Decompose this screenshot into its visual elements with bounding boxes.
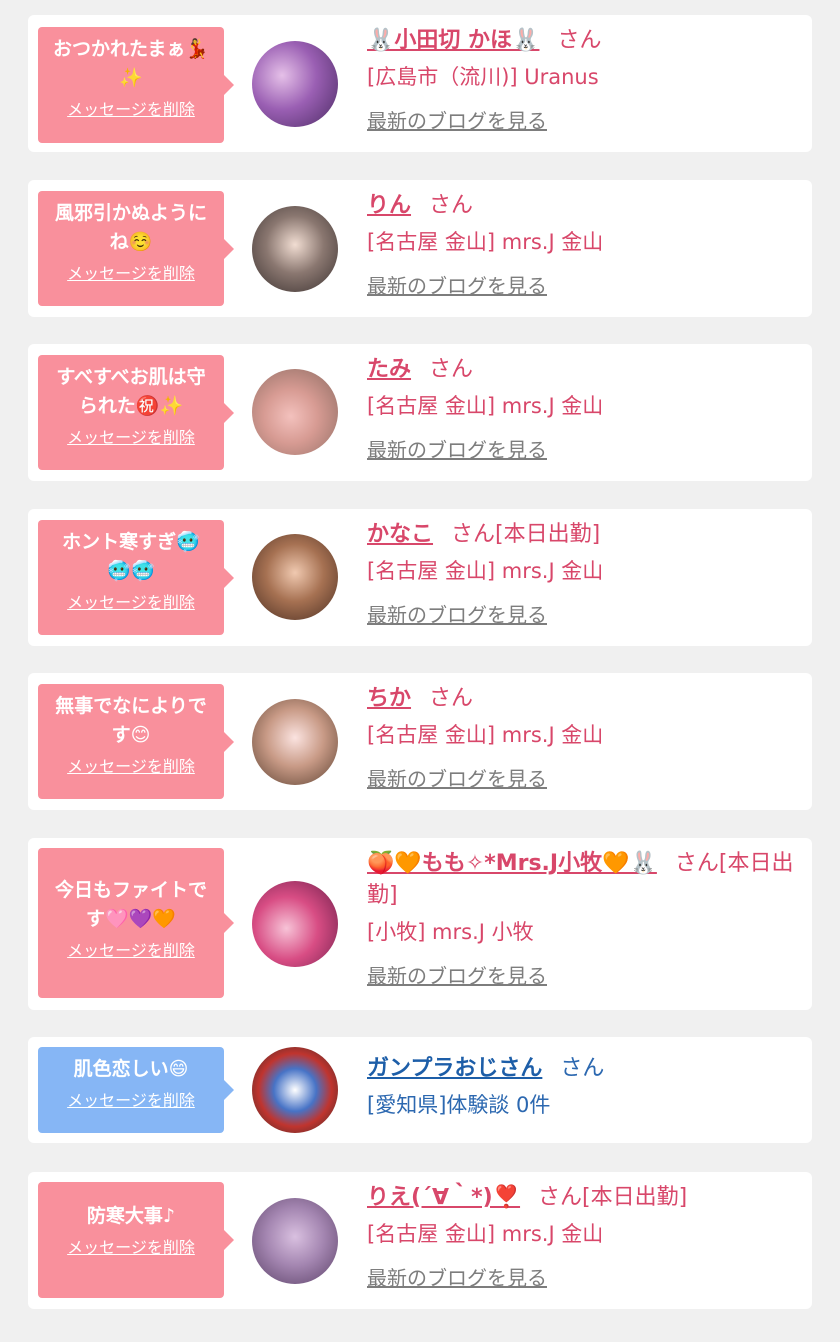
cast-name-link[interactable]: かなこ (367, 522, 433, 547)
cast-name-link[interactable]: ガンプラおじさん (367, 1056, 542, 1081)
message-bubble: ホント寒すぎ🥶 🥶🥶 メッセージを削除 (38, 520, 234, 635)
honorific: さん (429, 193, 474, 218)
message-bubble: 無事でなによりで す😊 メッセージを削除 (38, 684, 234, 799)
message-text: 無事でなによりで す😊 (55, 695, 207, 746)
honorific: さん (560, 1056, 605, 1081)
message-card: 風邪引かぬように ね☺️ メッセージを削除 りん さん [名古屋 金山] mrs.… (28, 180, 812, 317)
cast-name-link[interactable]: たみ (367, 357, 411, 382)
shop-label: [広島市（流川)] Uranus (367, 65, 599, 89)
message-bubble: 今日もファイトで す🩷💜🧡 メッセージを削除 (38, 848, 234, 998)
message-card: おつかれたまぁ💃 ✨ メッセージを削除 🐰小田切 かほ🐰 さん [広島市（流川)]… (28, 15, 812, 152)
cast-name-link[interactable]: りえ(´∀｀*)❣️ (367, 1185, 520, 1210)
avatar[interactable] (252, 881, 338, 967)
avatar[interactable] (252, 206, 338, 292)
message-text: 防寒大事♪ (86, 1205, 176, 1227)
message-bubble: 防寒大事♪ メッセージを削除 (38, 1182, 234, 1298)
latest-blog-link[interactable]: 最新のブログを見る (367, 601, 547, 629)
cast-name-link[interactable]: 🍑🧡もも✧*Mrs.J小牧🧡🐰 (367, 851, 657, 876)
message-bubble: すべすべお肌は守 られた㊗️✨ メッセージを削除 (38, 355, 234, 470)
avatar[interactable] (252, 699, 338, 785)
honorific: さん (429, 357, 474, 382)
latest-blog-link[interactable]: 最新のブログを見る (367, 436, 547, 464)
message-card: 今日もファイトで す🩷💜🧡 メッセージを削除 🍑🧡もも✧*Mrs.J小牧🧡🐰 さん… (28, 838, 812, 1010)
shop-label: [名古屋 金山] mrs.J 金山 (367, 230, 604, 254)
message-text: 風邪引かぬように ね☺️ (54, 202, 207, 253)
message-card: ホント寒すぎ🥶 🥶🥶 メッセージを削除 かなこ さん[本日出勤] [名古屋 金山]… (28, 509, 812, 646)
avatar[interactable] (252, 1047, 338, 1133)
message-card: 防寒大事♪ メッセージを削除 りえ(´∀｀*)❣️ さん[本日出勤] [名古屋 金… (28, 1172, 812, 1309)
message-list: おつかれたまぁ💃 ✨ メッセージを削除 🐰小田切 かほ🐰 さん [広島市（流川)]… (0, 0, 840, 1342)
delete-message-link[interactable]: メッセージを削除 (67, 1237, 195, 1259)
delete-message-link[interactable]: メッセージを削除 (67, 1090, 195, 1112)
honorific: さん[本日出勤] (451, 522, 601, 547)
avatar[interactable] (252, 1198, 338, 1284)
honorific: さん[本日出勤] (538, 1185, 688, 1210)
delete-message-link[interactable]: メッセージを削除 (67, 427, 195, 449)
delete-message-link[interactable]: メッセージを削除 (67, 756, 195, 778)
latest-blog-link[interactable]: 最新のブログを見る (367, 272, 547, 300)
shop-label: [名古屋 金山] mrs.J 金山 (367, 723, 604, 747)
message-text: 肌色恋しい😄 (73, 1058, 189, 1080)
message-bubble: 風邪引かぬように ね☺️ メッセージを削除 (38, 191, 234, 306)
message-bubble: おつかれたまぁ💃 ✨ メッセージを削除 (38, 27, 234, 143)
message-card: 無事でなによりで す😊 メッセージを削除 ちか さん [名古屋 金山] mrs.J… (28, 673, 812, 810)
shop-label: [小牧] mrs.J 小牧 (367, 920, 534, 944)
honorific: さん (557, 28, 602, 53)
latest-blog-link[interactable]: 最新のブログを見る (367, 962, 547, 990)
latest-blog-link[interactable]: 最新のブログを見る (367, 1264, 547, 1292)
cast-name-link[interactable]: 🐰小田切 かほ🐰 (367, 28, 539, 53)
avatar[interactable] (252, 534, 338, 620)
honorific: さん (429, 686, 474, 711)
message-card: すべすべお肌は守 られた㊗️✨ メッセージを削除 たみ さん [名古屋 金山] m… (28, 344, 812, 481)
delete-message-link[interactable]: メッセージを削除 (67, 263, 195, 285)
latest-blog-link[interactable]: 最新のブログを見る (367, 107, 547, 135)
message-text: おつかれたまぁ💃 ✨ (52, 38, 210, 89)
message-text: ホント寒すぎ🥶 🥶🥶 (62, 531, 200, 582)
cast-name-link[interactable]: りん (367, 193, 411, 218)
shop-label: [愛知県]体験談 0件 (367, 1093, 551, 1117)
avatar[interactable] (252, 369, 338, 455)
delete-message-link[interactable]: メッセージを削除 (67, 99, 195, 121)
shop-label: [名古屋 金山] mrs.J 金山 (367, 394, 604, 418)
message-text: すべすべお肌は守 られた㊗️✨ (56, 366, 206, 417)
message-bubble: 肌色恋しい😄 メッセージを削除 (38, 1047, 234, 1133)
message-text: 今日もファイトで す🩷💜🧡 (54, 879, 207, 930)
cast-name-link[interactable]: ちか (367, 686, 411, 711)
avatar[interactable] (252, 41, 338, 127)
delete-message-link[interactable]: メッセージを削除 (67, 592, 195, 614)
shop-label: [名古屋 金山] mrs.J 金山 (367, 559, 604, 583)
shop-label: [名古屋 金山] mrs.J 金山 (367, 1222, 604, 1246)
delete-message-link[interactable]: メッセージを削除 (67, 940, 195, 962)
latest-blog-link[interactable]: 最新のブログを見る (367, 765, 547, 793)
message-card: 肌色恋しい😄 メッセージを削除 ガンプラおじさん さん [愛知県]体験談 0件 (28, 1037, 812, 1143)
